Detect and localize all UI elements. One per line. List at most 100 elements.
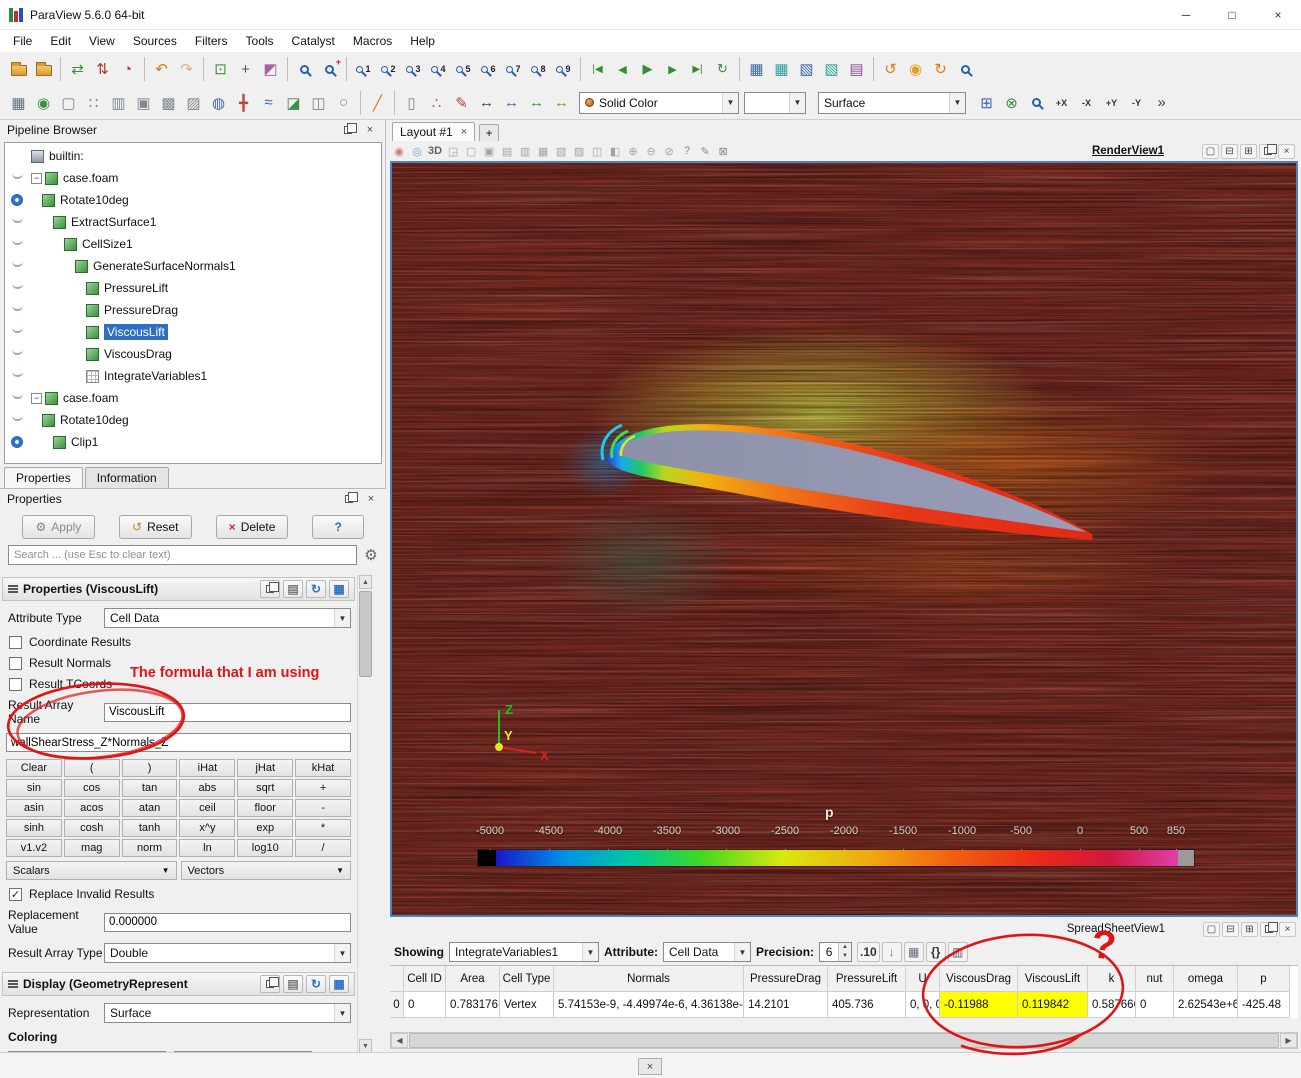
interactive-select-points-icon[interactable]: ◧ <box>606 143 624 159</box>
pipeline-item-builtin-[interactable]: builtin: <box>5 145 381 167</box>
pick-center-icon[interactable]: + <box>233 56 258 82</box>
search-data-icon[interactable] <box>953 56 978 82</box>
view-plus-x-icon[interactable]: +X <box>1049 90 1074 116</box>
surface-edges-representation-icon[interactable]: ▩ <box>156 90 181 116</box>
calc-floor-button[interactable]: floor <box>237 799 293 817</box>
spinner-down-icon[interactable]: ▼ <box>839 952 851 961</box>
legend-title[interactable]: p <box>825 804 834 820</box>
tab-information[interactable]: Information <box>85 467 169 488</box>
menu-tools[interactable]: Tools <box>237 31 283 51</box>
pipeline-item-viscouslift[interactable]: ViscousLift <box>5 321 381 343</box>
adjust-camera-icon[interactable]: ◲ <box>444 143 462 159</box>
edit-color-map-icon[interactable]: ✎ <box>449 90 474 116</box>
split-vertical-view-icon[interactable]: ⊞ <box>1241 922 1258 937</box>
spreadsheet-view-title[interactable]: SpreadSheetView1 <box>1067 923 1165 935</box>
view-plus-y-icon[interactable]: +Y <box>1099 90 1124 116</box>
mode-3d-button[interactable]: 3D <box>426 143 444 159</box>
visibility-eye-icon[interactable] <box>5 194 29 206</box>
column-header-omega[interactable]: omega <box>1174 966 1238 992</box>
calc-abs-button[interactable]: abs <box>179 779 235 797</box>
column-header-nut[interactable]: nut <box>1136 966 1174 992</box>
interactive-select-cells-icon[interactable]: ◫ <box>588 143 606 159</box>
help-icon[interactable]: ? <box>678 143 696 159</box>
column-header-normals[interactable]: Normals <box>554 966 744 992</box>
visibility-eye-icon[interactable] <box>5 287 29 289</box>
restore-defaults-icon[interactable]: ↻ <box>306 580 326 598</box>
column-header-k[interactable]: k <box>1088 966 1136 992</box>
clip-icon[interactable]: ◪ <box>281 90 306 116</box>
close-panel-icon[interactable]: × <box>363 492 379 506</box>
wireframe-representation-icon[interactable]: ▥ <box>106 90 131 116</box>
surface-select-points-icon[interactable]: ▣ <box>480 143 498 159</box>
orientation-axes-icon[interactable]: ╋ <box>231 90 256 116</box>
disconnect-icon[interactable]: ⇅ <box>90 56 115 82</box>
visibility-eye-icon[interactable] <box>5 436 29 448</box>
color-component-combo[interactable]: ▼ <box>744 92 806 114</box>
calc-sin-button[interactable]: sin <box>6 779 62 797</box>
visibility-eye-icon[interactable] <box>5 419 29 421</box>
shrink-selection-icon[interactable]: ⊖ <box>642 143 660 159</box>
calc--button[interactable]: * <box>295 819 351 837</box>
view-shortcut-4-icon[interactable]: 4 <box>426 56 451 82</box>
visibility-eye-icon[interactable] <box>5 309 29 311</box>
representation-combo[interactable]: Surface▼ <box>818 92 966 114</box>
view-shortcut-9-icon[interactable]: 9 <box>551 56 576 82</box>
calc-ln-button[interactable]: ln <box>179 839 235 857</box>
calc-exp-button[interactable]: exp <box>237 819 293 837</box>
select-surface-points-icon[interactable]: ▦ <box>769 56 794 82</box>
sphere-widget-icon[interactable]: ○ <box>331 90 356 116</box>
polygon-select-points-icon[interactable]: ▧ <box>552 143 570 159</box>
color-legend-bar[interactable] <box>477 849 1195 867</box>
float-panel-icon[interactable] <box>340 123 356 137</box>
split-horizontal-view-icon[interactable]: ⊟ <box>1222 922 1239 937</box>
menu-macros[interactable]: Macros <box>344 31 401 51</box>
search-options-gear-icon[interactable]: ⚙ <box>362 546 380 564</box>
save-defaults-icon[interactable]: ▦ <box>329 580 349 598</box>
split-vertical-view-icon[interactable]: ⊞ <box>1240 144 1257 159</box>
zoom-to-selection-icon[interactable]: + <box>317 56 342 82</box>
view-shortcut-2-icon[interactable]: 2 <box>376 56 401 82</box>
visibility-eye-icon[interactable] <box>5 397 29 399</box>
paste-properties-icon[interactable]: ▤ <box>283 975 303 993</box>
surface-representation-icon[interactable]: ▣ <box>131 90 156 116</box>
spinner-up-icon[interactable]: ▲ <box>839 943 851 952</box>
unlink-views-icon[interactable]: ⊗ <box>999 90 1024 116</box>
pipeline-item-pressuredrag[interactable]: PressureDrag <box>5 299 381 321</box>
tree-expander-icon[interactable]: − <box>31 393 42 404</box>
spreadsheet-hscrollbar[interactable]: ◀ ▶ <box>390 1032 1298 1049</box>
close-window-button[interactable]: × <box>1255 0 1301 30</box>
pipeline-item-viscousdrag[interactable]: ViscousDrag <box>5 343 381 365</box>
rescale-data-range-icon[interactable]: ↔ <box>474 90 499 116</box>
timer-icon[interactable]: ◔ <box>115 56 140 82</box>
replace-invalid-checkbox[interactable]: ✓ <box>9 888 22 901</box>
precision-spinner[interactable]: 6 ▲▼ <box>819 942 852 962</box>
attribute-combo[interactable]: Cell Data▼ <box>663 942 751 962</box>
visibility-eye-icon[interactable] <box>5 353 29 355</box>
view-shortcut-1-icon[interactable]: 1 <box>351 56 376 82</box>
minimize-window-button[interactable]: ─ <box>1163 0 1209 30</box>
play-icon[interactable]: ▶ <box>635 56 660 82</box>
pipeline-item-extractsurface1[interactable]: ExtractSurface1 <box>5 211 381 233</box>
result-array-type-combo[interactable]: Double▼ <box>104 943 351 963</box>
view-shortcut-6-icon[interactable]: 6 <box>476 56 501 82</box>
search-input[interactable] <box>8 545 357 565</box>
spreadsheet-icon[interactable]: ▦ <box>6 90 31 116</box>
surface-select-cells-icon[interactable]: ▢ <box>462 143 480 159</box>
menu-sources[interactable]: Sources <box>124 31 186 51</box>
pipeline-item-pressurelift[interactable]: PressureLift <box>5 277 381 299</box>
zoom-box-icon[interactable] <box>1024 90 1049 116</box>
apply-button[interactable]: ⚙Apply <box>22 515 95 539</box>
visibility-eye-icon[interactable] <box>5 177 29 179</box>
restore-defaults-icon[interactable]: ↻ <box>306 975 326 993</box>
scientific-notation-icon[interactable]: .10 <box>857 942 880 962</box>
scalars-dropdown[interactable]: Scalars▼ <box>6 861 177 880</box>
column-header-cell-id[interactable]: Cell ID <box>404 966 446 992</box>
replacement-value-input[interactable] <box>104 913 351 932</box>
pipeline-item-integratevariables1[interactable]: IntegrateVariables1 <box>5 365 381 387</box>
rescale-temporal-range-icon[interactable]: ↔ <box>549 90 574 116</box>
export-spreadsheet-icon[interactable]: ↓ <box>882 942 902 962</box>
visibility-eye-icon[interactable] <box>5 331 29 333</box>
display-section-header[interactable]: Display (GeometryRepresent ▤↻▦ <box>2 972 355 996</box>
polygon-select-cells-icon[interactable]: ▦ <box>534 143 552 159</box>
block-select-icon[interactable]: ▨ <box>570 143 588 159</box>
